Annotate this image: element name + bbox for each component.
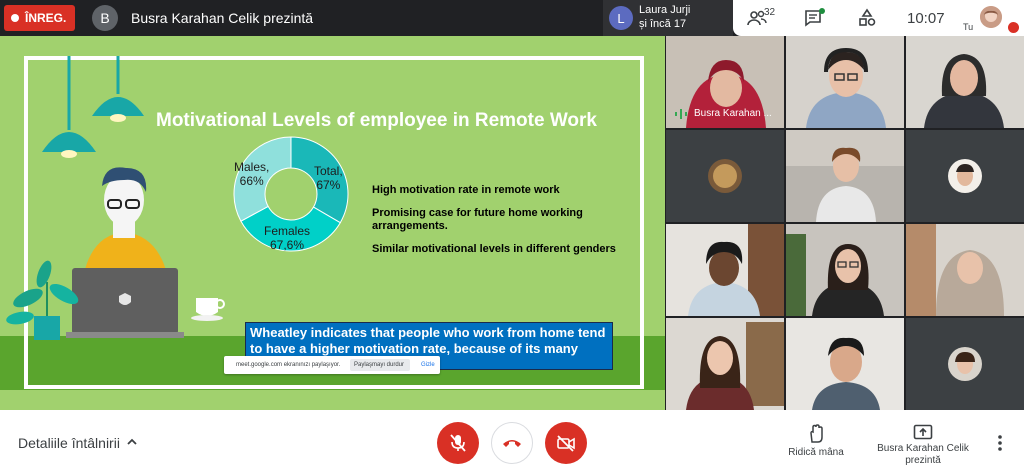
participant-tile[interactable] (786, 224, 904, 316)
participant-video (666, 318, 784, 410)
participant-tile[interactable] (666, 224, 784, 316)
shared-slide: Motivational Levels of employee in Remot… (0, 36, 665, 410)
participant-name: Busra Karahan ... (694, 108, 772, 119)
bullet-item: High motivation rate in remote work (372, 184, 560, 196)
plant-leaf-icon (13, 288, 43, 308)
active-speaker-avatar: L (609, 6, 633, 30)
activities-icon[interactable] (857, 8, 877, 28)
participant-video (906, 130, 1024, 222)
participant-tile[interactable] (906, 36, 1024, 128)
coffee-cup-icon (196, 298, 218, 316)
leave-call-button[interactable] (491, 422, 533, 464)
participant-video (786, 130, 904, 222)
participant-video (906, 36, 1024, 128)
bottom-bar: Detaliile întâlnirii Ridică mâna Busra K… (0, 410, 1024, 476)
presenter-avatar: B (92, 5, 118, 31)
raise-hand-label: Ridică mâna (788, 447, 844, 458)
active-speaker-more: și încă 17 (639, 18, 687, 30)
lamp-shade-icon (42, 132, 96, 152)
hang-up-icon (503, 440, 521, 447)
raise-hand-icon (810, 424, 823, 443)
slide-bullets: High motivation rate in remote work Prom… (372, 184, 632, 266)
participant-tile[interactable] (786, 318, 904, 410)
lamp-bulb (61, 150, 77, 158)
participant-video (666, 130, 784, 222)
participant-tile[interactable] (906, 224, 1024, 316)
presentation-title: Busra Karahan Celik prezintă (131, 10, 314, 26)
plant-leaf-icon (36, 260, 52, 288)
self-label: Tu (963, 22, 974, 32)
recording-label: ÎNREG. (25, 11, 67, 25)
raise-hand-button[interactable]: Ridică mâna (780, 424, 852, 458)
participant-tile[interactable] (906, 318, 1024, 410)
share-bar-text: meet.google.com ekranınızı paylaşıyor. (236, 362, 341, 368)
pie-label-males: Males, 66% (234, 160, 269, 188)
chevron-up-icon[interactable] (126, 435, 138, 449)
present-screen-icon (913, 424, 933, 440)
pie-label-line: Total, (314, 164, 343, 178)
pie-label-females: Females 67,6% (264, 224, 310, 252)
pie-label-line: 66% (239, 174, 264, 188)
participant-video (906, 318, 1024, 410)
recording-indicator[interactable]: ÎNREG. (4, 5, 75, 31)
camera-toggle-button[interactable] (545, 422, 587, 464)
participant-video (786, 224, 904, 316)
participant-tile[interactable] (666, 318, 784, 410)
presentation-status-label: Busra Karahan Celik prezintă (877, 443, 969, 466)
mic-off-icon (450, 434, 466, 452)
meeting-details-button[interactable]: Detaliile întâlnirii (18, 435, 120, 451)
participant-tile[interactable] (906, 130, 1024, 222)
participant-video (786, 36, 904, 128)
participant-video (786, 318, 904, 410)
camera-off-icon (557, 435, 575, 452)
clock: 10:07 (907, 10, 945, 27)
slide-title: Motivational Levels of employee in Remot… (156, 110, 597, 131)
bullet-item: Similar motivational levels in different… (372, 243, 616, 255)
active-speaker-name: Laura Jurji (639, 4, 691, 16)
lamp-shade-icon (92, 97, 144, 116)
plant-pot (34, 316, 60, 340)
pie-label-line: Females (264, 224, 311, 238)
pie-label-total: Total, 67% (314, 164, 343, 192)
microphone-toggle-button[interactable] (437, 422, 479, 464)
top-bar: ÎNREG. B Busra Karahan Celik prezintă L … (0, 0, 1024, 36)
pie-label-line: Males, (234, 160, 270, 174)
self-muted-icon (1008, 22, 1019, 33)
self-avatar-image (980, 6, 1002, 28)
hide-button[interactable]: Gizle (421, 362, 435, 368)
pie-label-line: 67% (316, 178, 341, 192)
saucer (191, 315, 223, 321)
participants-count: 32 (764, 7, 776, 18)
participant-video (906, 224, 1024, 316)
participant-tile[interactable] (666, 130, 784, 222)
more-options-icon[interactable] (996, 434, 1004, 452)
stop-sharing-button[interactable]: Paylaşmayı durdur (350, 359, 410, 371)
lamp-bulb (110, 114, 126, 122)
participant-video (666, 224, 784, 316)
self-avatar[interactable] (980, 6, 1002, 28)
presentation-status-button[interactable]: Busra Karahan Celik prezintă (868, 424, 978, 467)
bullet-item: Promising case for future home working a… (372, 207, 583, 232)
participant-tile[interactable]: Busra Karahan ... (666, 36, 784, 128)
top-right-panel: 32 10:07 Tu (733, 0, 1024, 36)
participant-tile[interactable] (786, 36, 904, 128)
pie-label-line: 67,6% (269, 238, 305, 252)
participant-tile[interactable] (786, 130, 904, 222)
plant-leaf-icon (6, 311, 34, 325)
chat-notification-dot (819, 8, 825, 14)
speaking-indicator-icon (675, 109, 687, 119)
recording-dot-icon (11, 14, 19, 22)
laptop-base (66, 332, 184, 338)
active-speaker-box[interactable]: L Laura Jurji și încă 17 (603, 0, 733, 36)
screen-share-bar: meet.google.com ekranınızı paylaşıyor. P… (224, 356, 440, 374)
